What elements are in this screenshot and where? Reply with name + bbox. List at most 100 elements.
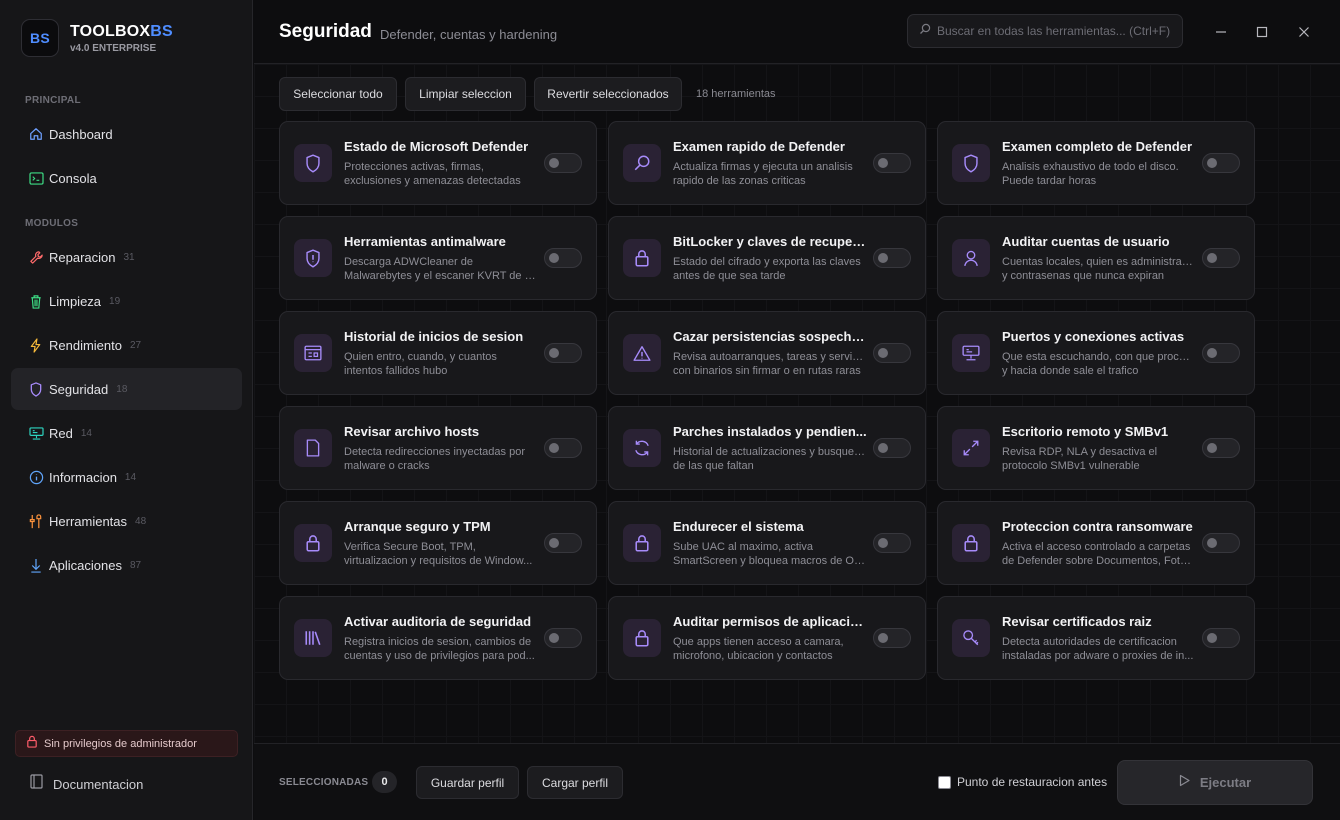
tool-card[interactable]: Auditar cuentas de usuario Cuentas local…	[937, 216, 1255, 300]
tool-toggle[interactable]	[873, 248, 911, 268]
tool-card[interactable]: Auditar permisos de aplicacio... Que app…	[608, 596, 926, 680]
maximize-icon	[1256, 26, 1268, 38]
lock-icon	[623, 239, 661, 277]
maximize-button[interactable]	[1248, 18, 1276, 46]
key-icon	[952, 619, 990, 657]
app-name: TOOLBOXBS	[70, 22, 173, 40]
save-profile-button[interactable]: Guardar perfil	[416, 766, 519, 799]
tool-card[interactable]: Activar auditoria de seguridad Registra …	[279, 596, 597, 680]
tool-toggle[interactable]	[544, 628, 582, 648]
sidebar-item-label: Consola	[49, 170, 97, 186]
tool-card[interactable]: Examen completo de Defender Analisis exh…	[937, 121, 1255, 205]
revert-selected-button[interactable]: Revertir seleccionados	[534, 77, 682, 111]
sidebar-item-limpieza[interactable]: Limpieza 19	[11, 280, 242, 322]
tool-toggle[interactable]	[1202, 438, 1240, 458]
tool-toggle[interactable]	[1202, 533, 1240, 553]
user-icon	[952, 239, 990, 277]
tool-title: Proteccion contra ransomware	[1002, 519, 1193, 534]
tool-card[interactable]: Historial de inicios de sesion Quien ent…	[279, 311, 597, 395]
select-all-button[interactable]: Seleccionar todo	[279, 77, 397, 111]
search-icon	[919, 22, 931, 40]
tool-toggle[interactable]	[1202, 343, 1240, 363]
tool-toggle[interactable]	[544, 248, 582, 268]
book-icon	[30, 774, 43, 794]
sidebar-item-rendimiento[interactable]: Rendimiento 27	[11, 324, 242, 366]
sidebar-item-label: Aplicaciones	[49, 557, 122, 573]
monitor-network-icon	[952, 334, 990, 372]
warning-icon	[623, 334, 661, 372]
sidebar-item-reparacion[interactable]: Reparacion 31	[11, 236, 242, 278]
shield-alert-icon	[294, 239, 332, 277]
tool-card[interactable]: Revisar archivo hosts Detecta redireccio…	[279, 406, 597, 490]
tool-card[interactable]: Puertos y conexiones activas Que esta es…	[937, 311, 1255, 395]
restore-point-option[interactable]: Punto de restauracion antes	[938, 775, 1107, 789]
tool-card[interactable]: Arranque seguro y TPM Verifica Secure Bo…	[279, 501, 597, 585]
tool-toggle[interactable]	[873, 438, 911, 458]
shield-icon	[952, 144, 990, 182]
tool-title: Activar auditoria de seguridad	[344, 614, 532, 629]
minimize-button[interactable]	[1207, 18, 1235, 46]
tool-toggle[interactable]	[544, 153, 582, 173]
sidebar-item-seguridad[interactable]: Seguridad 18	[11, 368, 242, 410]
tool-card[interactable]: Estado de Microsoft Defender Proteccione…	[279, 121, 597, 205]
tool-card[interactable]: Parches instalados y pendien... Historia…	[608, 406, 926, 490]
tool-description: Que esta escuchando, con que proceso y ha…	[1002, 351, 1194, 377]
bolt-icon	[27, 336, 45, 354]
sidebar-item-consola[interactable]: Consola	[11, 157, 242, 199]
selected-label: SELECCIONADAS	[279, 777, 369, 788]
tool-title: Puertos y conexiones activas	[1002, 329, 1185, 344]
sidebar-item-label: Red	[49, 425, 73, 441]
restore-point-checkbox[interactable]	[938, 775, 951, 789]
documentation-label: Documentacion	[53, 776, 144, 792]
close-button[interactable]	[1290, 18, 1318, 46]
sidebar-item-count: 14	[124, 471, 137, 483]
tool-toggle[interactable]	[1202, 628, 1240, 648]
tool-card[interactable]: Endurecer el sistema Sube UAC al maximo,…	[608, 501, 926, 585]
sidebar-item-dashboard[interactable]: Dashboard	[11, 113, 242, 155]
tool-card[interactable]: Herramientas antimalware Descarga ADWCle…	[279, 216, 597, 300]
sidebar-item-count: 27	[130, 339, 142, 351]
tool-toggle[interactable]	[873, 153, 911, 173]
tool-toggle[interactable]	[873, 628, 911, 648]
tool-description: Analisis exhaustivo de todo el disco. Pue…	[1002, 161, 1179, 187]
tool-card[interactable]: Cazar persistencias sospecho... Revisa a…	[608, 311, 926, 395]
file-icon	[294, 429, 332, 467]
load-profile-button[interactable]: Cargar perfil	[527, 766, 623, 799]
tool-card[interactable]: BitLocker y claves de recuper... Estado …	[608, 216, 926, 300]
tool-card[interactable]: Revisar certificados raiz Detecta autori…	[937, 596, 1255, 680]
sidebar: BS TOOLBOXBS v4.0 ENTERPRISE PRINCIPAL D…	[0, 0, 253, 820]
search-input[interactable]	[937, 24, 1177, 38]
tools-icon	[27, 512, 45, 530]
tool-title: BitLocker y claves de recuper...	[673, 234, 867, 249]
tool-toggle[interactable]	[1202, 248, 1240, 268]
tool-toggle[interactable]	[873, 343, 911, 363]
remote-icon	[952, 429, 990, 467]
sidebar-item-label: Informacion	[49, 469, 117, 485]
books-icon	[294, 619, 332, 657]
documentation-link[interactable]: Documentacion	[30, 774, 143, 794]
admin-warning-badge[interactable]: Sin privilegios de administrador	[15, 730, 238, 757]
sidebar-item-aplicaciones[interactable]: Aplicaciones 87	[11, 544, 242, 586]
search-box[interactable]	[907, 14, 1183, 48]
tool-card[interactable]: Escritorio remoto y SMBv1 Revisa RDP, NL…	[937, 406, 1255, 490]
sidebar-item-informacion[interactable]: Informacion 14	[11, 456, 242, 498]
tool-count: 18 herramientas	[696, 88, 776, 100]
tool-toggle[interactable]	[873, 533, 911, 553]
lock-icon	[26, 735, 38, 753]
tool-toggle[interactable]	[544, 438, 582, 458]
tool-description: Descarga ADWCleaner de Malwarebytes y el …	[344, 256, 536, 282]
clear-selection-button[interactable]: Limpiar seleccion	[405, 77, 526, 111]
tool-toggle[interactable]	[544, 533, 582, 553]
tool-toggle[interactable]	[544, 343, 582, 363]
sidebar-item-red[interactable]: Red 14	[11, 412, 242, 454]
run-button[interactable]: Ejecutar	[1117, 760, 1313, 805]
tool-title: Historial de inicios de sesion	[344, 329, 524, 344]
play-icon	[1179, 774, 1190, 792]
tool-description: Cuentas locales, quien es administrador y…	[1002, 256, 1194, 282]
tool-toggle[interactable]	[1202, 153, 1240, 173]
tool-card[interactable]: Proteccion contra ransomware Activa el a…	[937, 501, 1255, 585]
sidebar-item-herramientas[interactable]: Herramientas 48	[11, 500, 242, 542]
tool-card[interactable]: Examen rapido de Defender Actualiza firm…	[608, 121, 926, 205]
tool-title: Revisar archivo hosts	[344, 424, 480, 439]
app-logo: BS	[21, 19, 59, 57]
